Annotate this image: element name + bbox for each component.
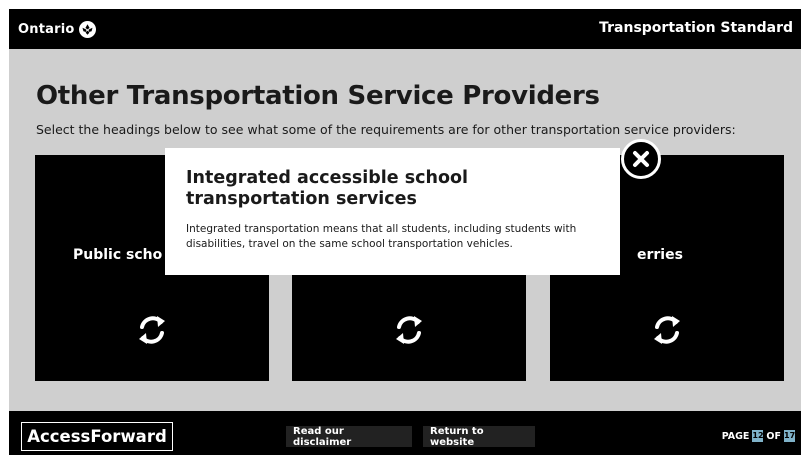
instructions-text: Select the headings below to see what so… <box>36 122 736 137</box>
page-indicator: PAGE 12 OF 17 <box>722 430 795 442</box>
disclaimer-button[interactable]: Read our disclaimer <box>286 426 412 448</box>
modal-title: Integrated accessible school transportat… <box>186 168 469 209</box>
header-bar: Ontario Transportation Standard <box>9 9 801 49</box>
modal-body: Integrated transportation means that all… <box>186 223 577 250</box>
app-window: Ontario Transportation Standard Other Tr… <box>9 9 801 455</box>
close-button[interactable] <box>621 139 661 179</box>
page-of: OF <box>766 430 781 442</box>
page-prefix: PAGE <box>721 430 750 442</box>
accessforward-logo[interactable]: AccessForward <box>21 422 173 451</box>
refresh-icon <box>396 316 422 344</box>
card-label: erries <box>637 247 683 263</box>
ontario-logo[interactable]: Ontario <box>18 18 96 40</box>
module-title: Transportation Standard <box>599 20 793 36</box>
refresh-icon <box>654 316 680 344</box>
return-to-website-button[interactable]: Return to website <box>423 426 535 448</box>
footer-bar: AccessForward Read our disclaimer Return… <box>9 411 801 455</box>
close-icon <box>633 151 649 167</box>
page-title: Other Transportation Service Providers <box>36 81 600 111</box>
info-modal: Integrated accessible school transportat… <box>165 148 620 275</box>
brand-text: Ontario <box>18 21 75 37</box>
refresh-icon <box>139 316 165 344</box>
current-page: 12 <box>752 430 764 442</box>
total-pages: 17 <box>784 430 796 442</box>
trillium-icon <box>78 20 96 38</box>
